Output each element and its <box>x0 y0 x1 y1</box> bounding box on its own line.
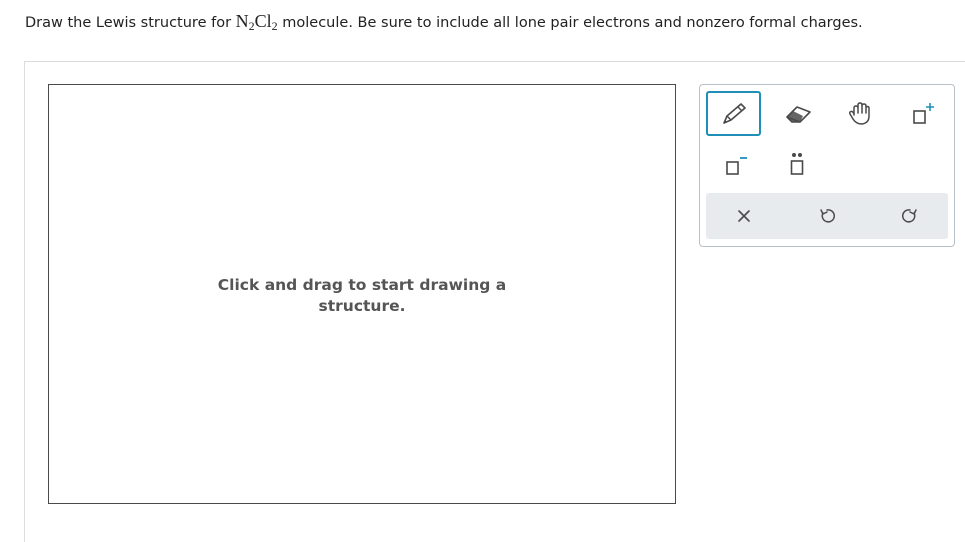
undo-icon <box>818 207 836 225</box>
clear-button[interactable] <box>724 193 764 239</box>
add-charge-tool-button[interactable] <box>898 93 948 135</box>
hand-icon <box>847 101 873 127</box>
lone-pair-tool-button[interactable] <box>772 145 822 183</box>
lone-pair-icon <box>785 150 809 178</box>
close-icon <box>737 209 751 223</box>
canvas-hint-line-2: structure. <box>318 297 406 315</box>
negative-charge-icon <box>721 151 749 177</box>
tool-palette <box>699 84 955 247</box>
molecule-formula: N2Cl2 <box>235 11 278 32</box>
pencil-tool-button[interactable] <box>706 91 761 136</box>
pencil-icon <box>719 100 749 128</box>
eraser-icon <box>783 102 815 126</box>
eraser-tool-button[interactable] <box>774 93 824 135</box>
undo-button[interactable] <box>807 193 847 239</box>
negative-charge-tool-button[interactable] <box>710 145 760 183</box>
action-bar <box>706 193 948 239</box>
formula-n: N <box>235 11 249 31</box>
redo-icon <box>901 207 919 225</box>
canvas-hint-line-1: Click and drag to start drawing a <box>217 276 507 294</box>
question-prefix: Draw the Lewis structure for <box>25 15 236 31</box>
question-suffix: molecule. Be sure to include all lone pa… <box>277 15 863 31</box>
drawing-canvas[interactable]: Click and drag to start drawing a struct… <box>48 84 676 504</box>
canvas-hint: Click and drag to start drawing a struct… <box>49 275 675 317</box>
hand-tool-button[interactable] <box>835 93 885 135</box>
add-charge-icon <box>909 101 937 127</box>
redo-button[interactable] <box>890 193 930 239</box>
question-text: Draw the Lewis structure for N2Cl2 molec… <box>25 11 863 32</box>
formula-cl: Cl <box>254 11 272 31</box>
